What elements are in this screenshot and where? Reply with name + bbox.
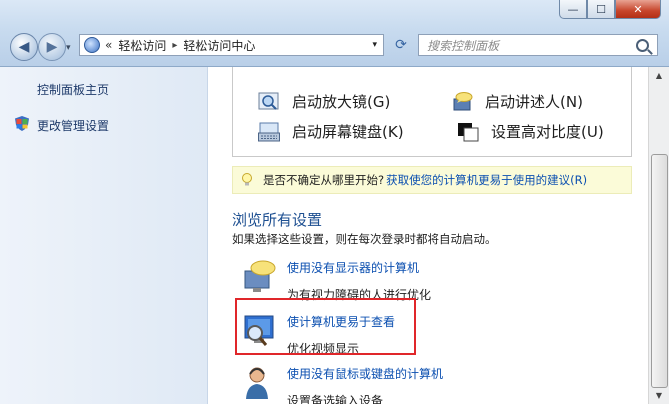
search-icon[interactable]	[636, 38, 649, 52]
breadcrumb-ease-of-access-center[interactable]: 轻松访问中心	[183, 37, 255, 54]
browse-settings-description: 如果选择这些设置，则在每次登录时都将自动启动。	[232, 232, 497, 246]
easier-to-see-link[interactable]: 使计算机更易于查看	[287, 313, 395, 330]
set-high-contrast-label: 设置高对比度(U)	[491, 123, 604, 141]
quick-tools-panel: 启动放大镜(G) 启动讲述人(N) 启动屏幕键盘(K) 设置高对比度(U)	[232, 67, 632, 157]
address-bar[interactable]: « 轻松访问 ▸ 轻松访问中心 ▾	[79, 34, 384, 56]
get-recommendations-link[interactable]: 获取使您的计算机更易于使用的建议(R)	[386, 172, 587, 188]
refresh-icon: ⟳	[395, 37, 407, 53]
set-high-contrast[interactable]: 设置高对比度(U)	[457, 121, 604, 142]
breadcrumb-separator-icon[interactable]: ▸	[172, 40, 177, 51]
vertical-scrollbar[interactable]: ▲ ▼	[648, 67, 669, 404]
no-display-description: 为有视力障碍的人进行优化	[287, 288, 432, 302]
no-mouse-keyboard-description: 设置备选输入设备	[287, 394, 384, 404]
start-onscreen-keyboard-label: 启动屏幕键盘(K)	[292, 123, 404, 141]
minimize-button[interactable]: —	[559, 0, 587, 19]
tip-text: 是否不确定从哪里开始?	[263, 173, 385, 187]
control-panel-window: — ☐ ✕ ◀ ▶ ▾ « 轻松访问 ▸ 轻松访问中心 ▾ ⟳ 搜索控制面板 控…	[0, 0, 669, 404]
start-narrator[interactable]: 启动讲述人(N)	[451, 91, 583, 112]
refresh-button[interactable]: ⟳	[388, 34, 414, 56]
forward-arrow-icon: ▶	[46, 39, 58, 55]
forward-button[interactable]: ▶	[38, 33, 66, 61]
start-magnifier[interactable]: 启动放大镜(G)	[258, 91, 390, 112]
window-controls: — ☐ ✕	[559, 0, 661, 19]
scroll-up-icon[interactable]: ▲	[649, 67, 669, 84]
back-button[interactable]: ◀	[10, 33, 38, 61]
title-bar: — ☐ ✕ ◀ ▶ ▾ « 轻松访问 ▸ 轻松访问中心 ▾ ⟳ 搜索控制面板	[0, 0, 669, 67]
person-headset-icon	[246, 367, 268, 399]
start-narrator-label: 启动讲述人(N)	[485, 93, 583, 111]
start-onscreen-keyboard[interactable]: 启动屏幕键盘(K)	[258, 121, 404, 142]
control-panel-icon	[84, 37, 100, 53]
no-mouse-keyboard-link[interactable]: 使用没有鼠标或键盘的计算机	[287, 365, 443, 382]
recent-pages-dropdown[interactable]: ▾	[66, 43, 71, 53]
breadcrumb-ease-of-access[interactable]: 轻松访问	[118, 37, 166, 54]
scroll-down-icon[interactable]: ▼	[649, 387, 669, 404]
shield-icon	[15, 116, 29, 131]
maximize-button[interactable]: ☐	[587, 0, 615, 19]
list-item-no-mouse-keyboard[interactable]: 使用没有鼠标或键盘的计算机 设置备选输入设备	[241, 365, 443, 404]
contrast-icon	[458, 122, 479, 141]
lightbulb-icon	[242, 173, 252, 186]
search-box[interactable]: 搜索控制面板	[418, 34, 658, 56]
address-overflow[interactable]: «	[105, 38, 112, 52]
list-item-easier-to-see[interactable]: 使计算机更易于查看 优化视频显示	[241, 313, 395, 357]
keyboard-icon	[258, 122, 280, 141]
sidebar-item-change-admin-settings[interactable]: 更改管理设置	[37, 117, 109, 134]
easier-to-see-description: 优化视频显示	[287, 342, 360, 356]
start-magnifier-label: 启动放大镜(G)	[292, 93, 391, 111]
monitor-magnifier-icon	[244, 315, 274, 346]
search-placeholder: 搜索控制面板	[427, 38, 500, 53]
narrator-icon	[453, 91, 473, 110]
sidebar-item-control-panel-home[interactable]: 控制面板主页	[37, 81, 109, 98]
getting-started-tip: 是否不确定从哪里开始? 获取使您的计算机更易于使用的建议(R)	[232, 166, 632, 194]
list-item-no-display[interactable]: 使用没有显示器的计算机 为有视力障碍的人进行优化	[241, 259, 431, 303]
main-content: 启动放大镜(G) 启动讲述人(N) 启动屏幕键盘(K) 设置高对比度(U) 是否…	[208, 67, 648, 404]
sidebar: 控制面板主页 更改管理设置	[0, 67, 208, 404]
address-dropdown-icon[interactable]: ▾	[372, 40, 377, 50]
magnifier-icon	[258, 92, 279, 110]
scroll-thumb[interactable]	[651, 154, 668, 388]
close-button[interactable]: ✕	[615, 0, 661, 19]
back-arrow-icon: ◀	[18, 39, 30, 55]
narrator-monitor-icon	[244, 260, 276, 292]
browse-settings-heading: 浏览所有设置	[232, 211, 323, 229]
no-display-link[interactable]: 使用没有显示器的计算机	[287, 259, 431, 276]
